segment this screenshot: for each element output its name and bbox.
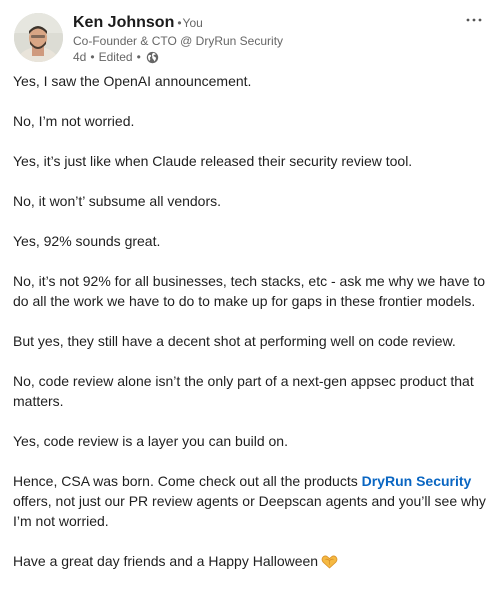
post-paragraph: Yes, I saw the OpenAI announcement. (13, 73, 252, 89)
author-headline: Co-Founder & CTO @ DryRun Security (73, 34, 284, 48)
post-paragraph: Yes, 92% sounds great. (13, 233, 161, 249)
separator-dot: • (90, 50, 95, 64)
edited-label: Edited (98, 50, 133, 64)
post-timestamp-line: 4d • Edited • (73, 49, 283, 65)
post-paragraph: No, it won’t’ subsume all vendors. (13, 193, 222, 209)
post-card: Ken Johnson •You Co-Founder & CTO @ DryRu… (0, 0, 501, 598)
post-paragraph-closing: Have a great day friends and a Happy Hal… (13, 551, 491, 574)
globe-icon (146, 51, 159, 64)
relation-badge: You (182, 16, 203, 30)
post-body: Yes, I saw the OpenAI announcement. No, … (13, 71, 491, 594)
avatar[interactable] (14, 13, 63, 62)
post-paragraph: Yes, code review is a layer you can buil… (13, 433, 288, 449)
separator-dot: • (136, 50, 141, 64)
post-paragraph-mention: Hence, CSA was born. Come check out all … (13, 471, 491, 531)
post-paragraph: No, it’s not 92% for all businesses, tec… (13, 273, 486, 309)
heart-hands-emoji-icon (321, 554, 338, 574)
author-meta: Ken Johnson •You Co-Founder & CTO @ DryRu… (73, 13, 283, 65)
paragraph-text: Have a great day friends and a Happy Hal… (13, 553, 319, 569)
profile-photo (14, 13, 63, 62)
name-line: Ken Johnson •You (73, 13, 283, 33)
company-mention-link[interactable]: DryRun Security (362, 473, 472, 489)
post-paragraph: But yes, they still have a decent shot a… (13, 333, 456, 349)
more-options-button[interactable] (461, 11, 487, 29)
paragraph-text: offers, not just our PR review agents or… (13, 493, 486, 529)
paragraph-text: Hence, CSA was born. Come check out all … (13, 473, 362, 489)
separator-dot: • (177, 16, 182, 30)
ellipsis-icon (466, 18, 482, 22)
post-paragraph: No, code review alone isn’t the only par… (13, 373, 474, 409)
author-name[interactable]: Ken Johnson (73, 14, 174, 31)
post-age: 4d (73, 50, 87, 64)
post-header: Ken Johnson •You Co-Founder & CTO @ DryRu… (14, 11, 489, 65)
post-paragraph: Yes, it’s just like when Claude released… (13, 153, 413, 169)
post-paragraph: No, I’m not worried. (13, 113, 135, 129)
